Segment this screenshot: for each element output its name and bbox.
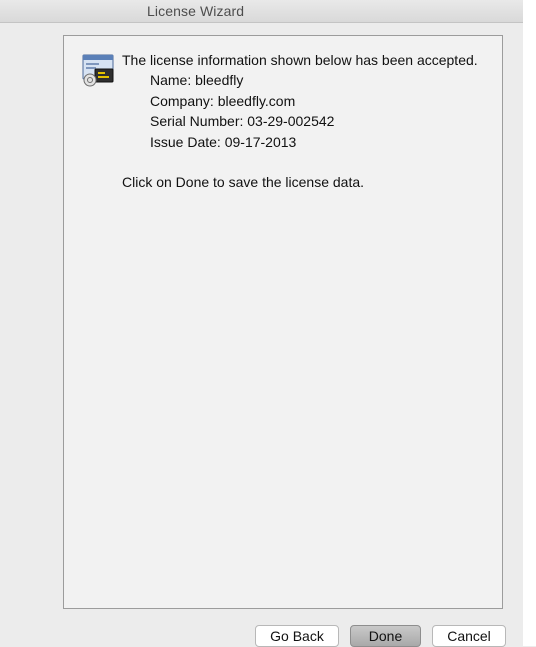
- done-button[interactable]: Done: [350, 625, 421, 647]
- cancel-button[interactable]: Cancel: [432, 625, 506, 647]
- license-company: Company: bleedfly.com: [150, 93, 296, 109]
- accepted-heading: The license information shown below has …: [122, 52, 478, 68]
- go-back-button[interactable]: Go Back: [255, 625, 339, 647]
- license-certificate-icon: [82, 53, 116, 87]
- window-edge: [523, 0, 536, 646]
- done-instruction: Click on Done to save the license data.: [122, 174, 365, 190]
- title-bar: License Wizard: [0, 0, 523, 23]
- license-issue-date: Issue Date: 09-17-2013: [150, 134, 297, 150]
- window-title: License Wizard: [147, 3, 245, 19]
- license-name: Name: bleedfly: [150, 72, 244, 88]
- license-serial-number: Serial Number: 03-29-002542: [150, 113, 335, 129]
